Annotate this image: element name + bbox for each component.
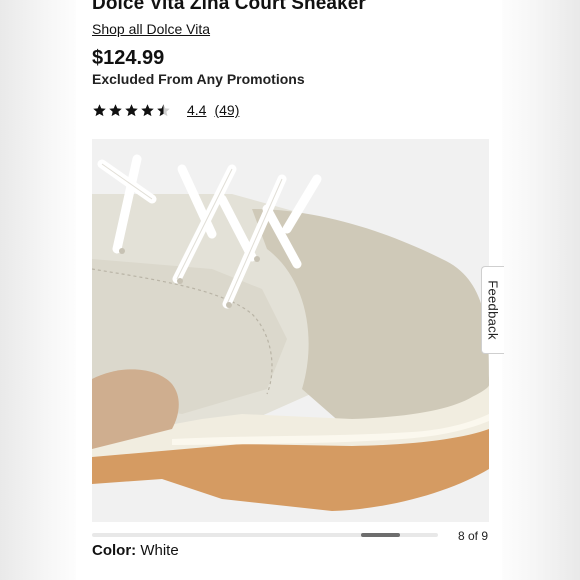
feedback-label: Feedback <box>485 280 501 340</box>
star-icon <box>141 103 154 116</box>
gallery-counter: 8 of 9 <box>458 529 489 543</box>
color-selection: Color: White <box>92 542 179 559</box>
star-icon <box>109 103 122 116</box>
review-count-link[interactable]: (49) <box>214 102 239 118</box>
left-backdrop <box>0 0 76 580</box>
product-page: Dolce Vita Zina Court Sneaker Shop all D… <box>76 0 502 580</box>
product-price: $124.99 <box>92 47 165 69</box>
star-icon <box>93 103 106 116</box>
right-backdrop <box>502 0 580 580</box>
color-value: White <box>140 542 179 559</box>
shop-all-brand-link[interactable]: Shop all Dolce Vita <box>92 21 210 37</box>
rating-value-link[interactable]: 4.4 <box>187 102 206 118</box>
promotion-note: Excluded From Any Promotions <box>92 71 305 87</box>
half-star-icon <box>157 103 170 116</box>
gallery-progress-indicator <box>361 533 400 537</box>
feedback-tab[interactable]: Feedback <box>481 266 504 354</box>
sneaker-closeup-image[interactable] <box>92 139 489 522</box>
product-title: Dolce Vita Zina Court Sneaker <box>92 0 366 14</box>
color-label: Color: <box>92 542 137 559</box>
sneaker-illustration <box>92 139 489 522</box>
star-rating <box>92 103 171 118</box>
star-icon <box>125 103 138 116</box>
gallery-progress-track[interactable] <box>92 533 438 537</box>
rating-row: 4.4 (49) <box>92 101 239 119</box>
